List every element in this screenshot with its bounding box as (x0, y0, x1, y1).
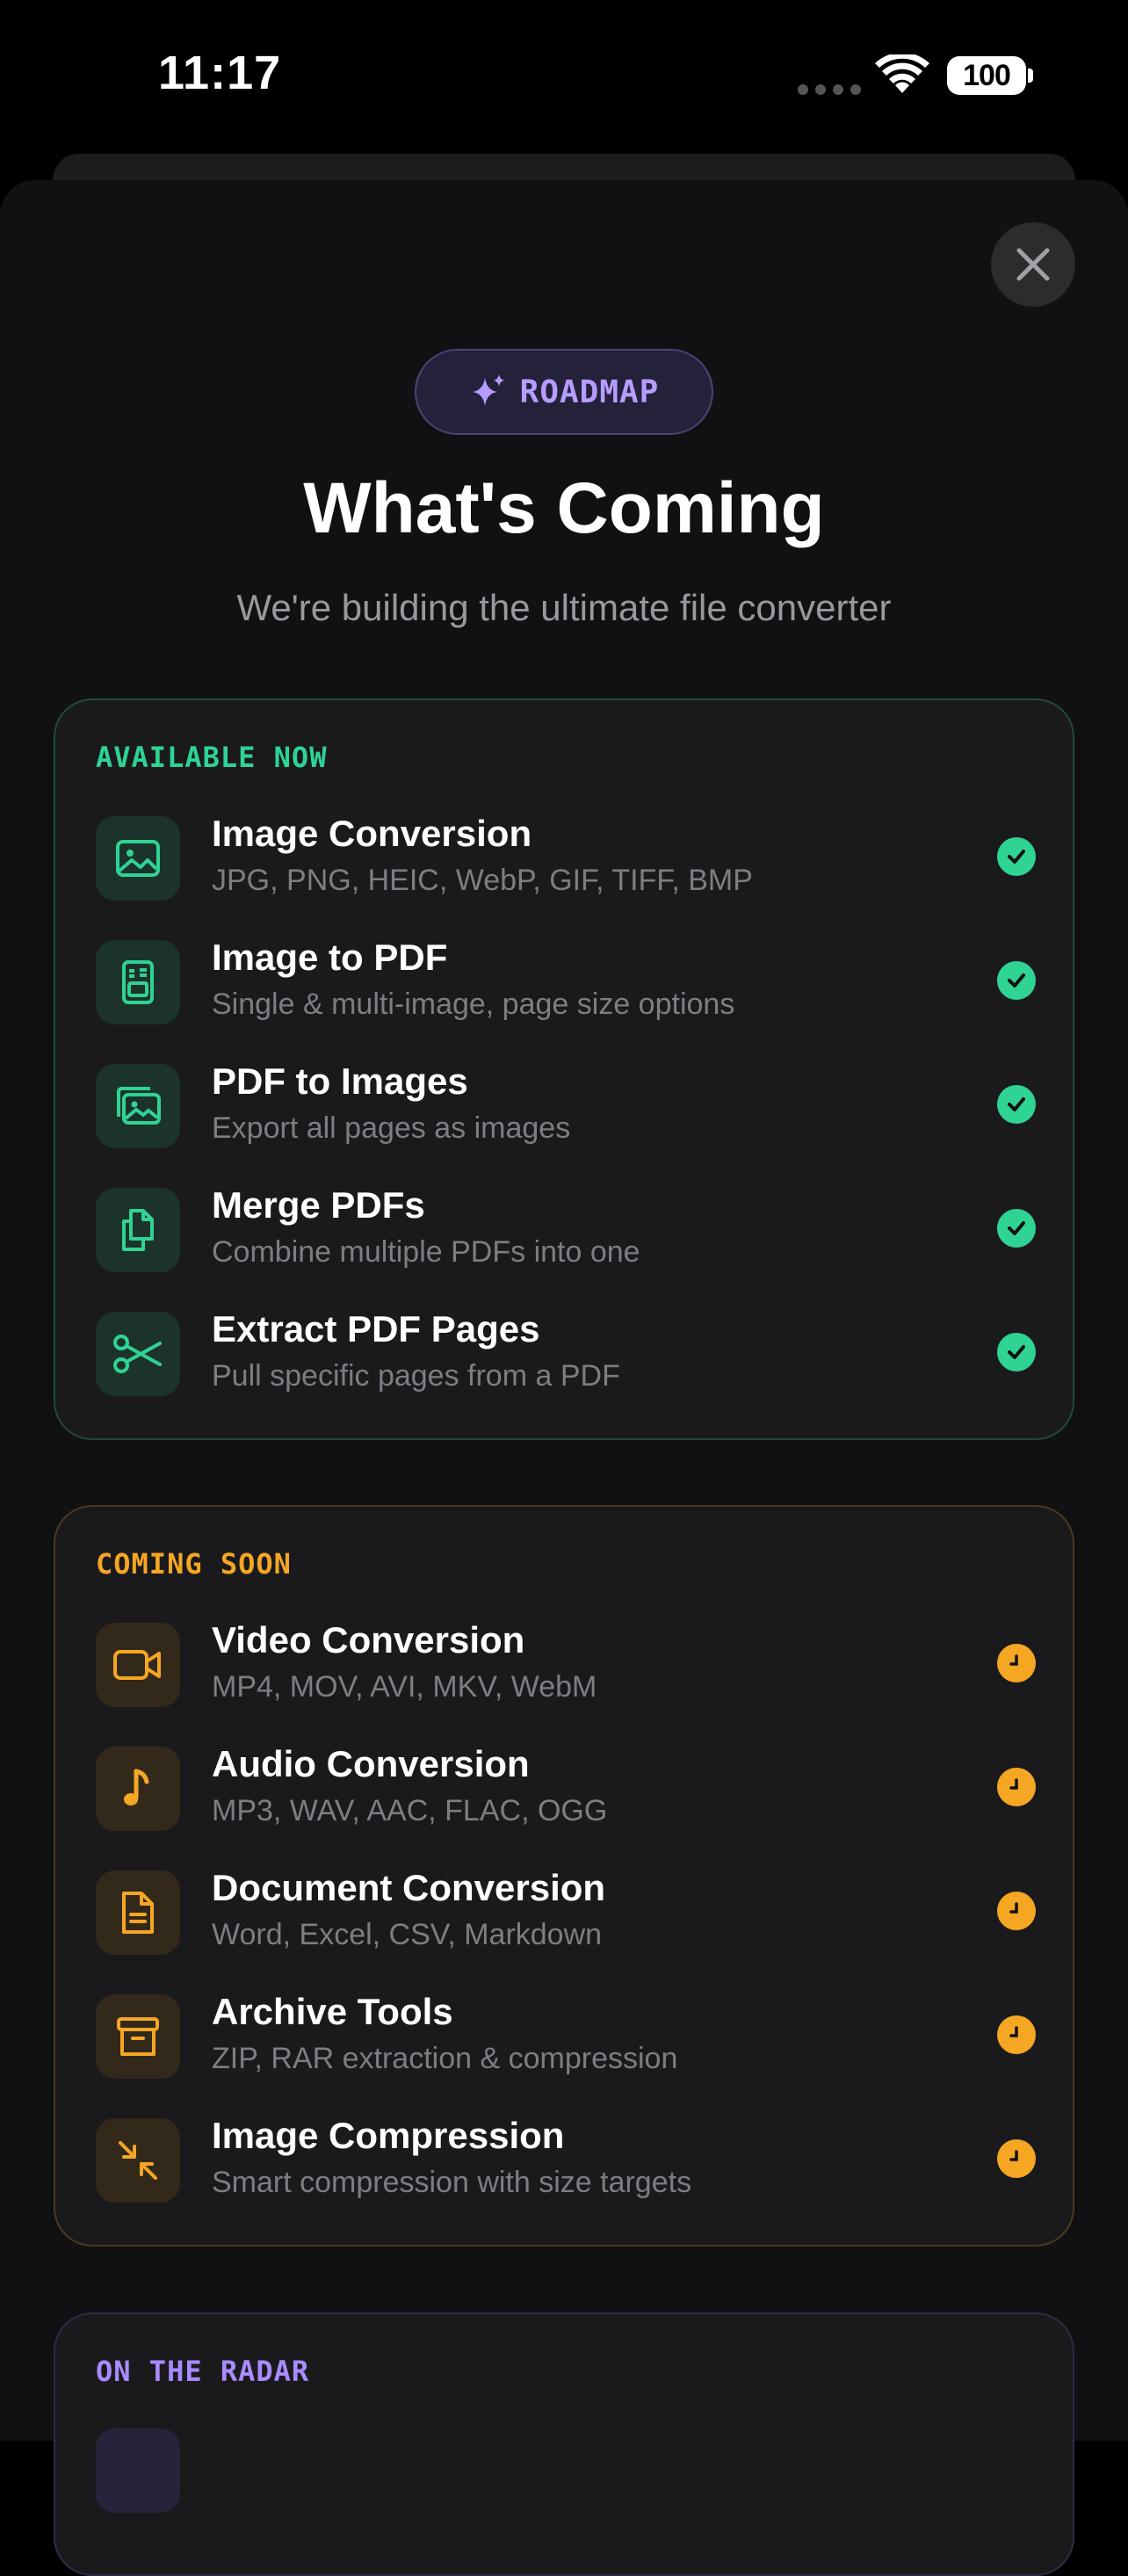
battery-tip (1028, 69, 1033, 83)
clock-icon (997, 1892, 1036, 1930)
check-circle-icon (997, 1085, 1036, 1124)
badge-label: ROADMAP (519, 373, 660, 410)
item-title: Document Conversion (212, 1867, 606, 1908)
item-title: Extract PDF Pages (212, 1308, 540, 1350)
section-label: AVAILABLE NOW (96, 741, 328, 774)
page-title: What's Coming (303, 468, 825, 548)
list-item: Video Conversion MP4, MOV, AVI, MKV, Web… (96, 1619, 1036, 1707)
list-item: Extract PDF Pages Pull specific pages fr… (96, 1308, 1036, 1396)
item-subtitle: MP3, WAV, AAC, FLAC, OGG (212, 1794, 608, 1827)
item-subtitle: JPG, PNG, HEIC, WebP, GIF, TIFF, BMP (212, 864, 753, 897)
compress-arrows-icon (96, 2118, 180, 2203)
item-subtitle: ZIP, RAR extraction & compression (212, 2042, 678, 2075)
list-item: Document Conversion Word, Excel, CSV, Ma… (96, 1867, 1036, 1955)
item-title: Image Conversion (212, 813, 532, 854)
item-title: Merge PDFs (212, 1184, 425, 1226)
check-circle-icon (997, 961, 1036, 1000)
list-item: Audio Conversion MP3, WAV, AAC, FLAC, OG… (96, 1743, 1036, 1831)
status-time: 11:17 (158, 47, 282, 99)
list-item: Image to PDF Single & multi-image, page … (96, 937, 1036, 1024)
list-item: Archive Tools ZIP, RAR extraction & comp… (96, 1991, 1036, 2079)
section-available-now: AVAILABLE NOW Image Conversion JPG, PNG,… (54, 698, 1074, 1440)
close-button[interactable] (991, 222, 1075, 307)
section-label: ON THE RADAR (96, 2355, 310, 2388)
item-subtitle: Pull specific pages from a PDF (212, 1359, 620, 1393)
item-title: Archive Tools (212, 1991, 453, 2032)
item-title: Image Compression (212, 2115, 565, 2156)
item-title: PDF to Images (212, 1060, 468, 1102)
item-title: Audio Conversion (212, 1743, 530, 1784)
check-circle-icon (997, 1209, 1036, 1248)
sparkle-icon (472, 374, 504, 406)
image-icon (96, 816, 180, 901)
roadmap-badge: ROADMAP (415, 349, 713, 435)
item-subtitle: Word, Excel, CSV, Markdown (212, 1918, 603, 1951)
clock-icon (997, 1768, 1036, 1806)
music-note-icon (96, 1747, 180, 1831)
list-item: Merge PDFs Combine multiple PDFs into on… (96, 1184, 1036, 1272)
wifi-icon (875, 54, 929, 93)
document-image-icon (96, 940, 180, 1024)
cellular-signal-icon (798, 84, 861, 95)
list-item: Image Conversion JPG, PNG, HEIC, WebP, G… (96, 813, 1036, 901)
check-circle-icon (997, 1333, 1036, 1371)
list-item: PDF to Images Export all pages as images (96, 1060, 1036, 1148)
document-text-icon (96, 1870, 180, 1955)
section-label: COMING SOON (96, 1547, 292, 1581)
close-icon (1016, 248, 1050, 281)
video-icon (96, 1623, 180, 1707)
clock-icon (997, 1644, 1036, 1682)
clock-icon (997, 2015, 1036, 2054)
item-subtitle: Export all pages as images (212, 1111, 571, 1145)
item-subtitle: Combine multiple PDFs into one (212, 1235, 640, 1269)
item-title: Video Conversion (212, 1619, 525, 1661)
check-circle-icon (997, 837, 1036, 876)
status-bar: 11:17 100 (0, 0, 1128, 154)
list-item: Image Compression Smart compression with… (96, 2115, 1036, 2203)
section-coming-soon: COMING SOON Video Conversion MP4, MOV, A… (54, 1505, 1074, 2247)
archive-box-icon (96, 1994, 180, 2079)
scissors-icon (96, 1312, 180, 1396)
item-subtitle: Single & multi-image, page size options (212, 988, 735, 1021)
item-subtitle: Smart compression with size targets (212, 2166, 692, 2199)
battery-indicator: 100 (947, 56, 1026, 95)
section-on-the-radar: ON THE RADAR (54, 2312, 1074, 2576)
item-title: Image to PDF (212, 937, 448, 978)
item-subtitle: MP4, MOV, AVI, MKV, WebM (212, 1670, 597, 1704)
page-subtitle: We're building the ultimate file convert… (236, 587, 892, 628)
images-icon (96, 1064, 180, 1148)
documents-icon (96, 1188, 180, 1272)
clock-icon (997, 2139, 1036, 2178)
radar-item-icon (96, 2428, 180, 2513)
